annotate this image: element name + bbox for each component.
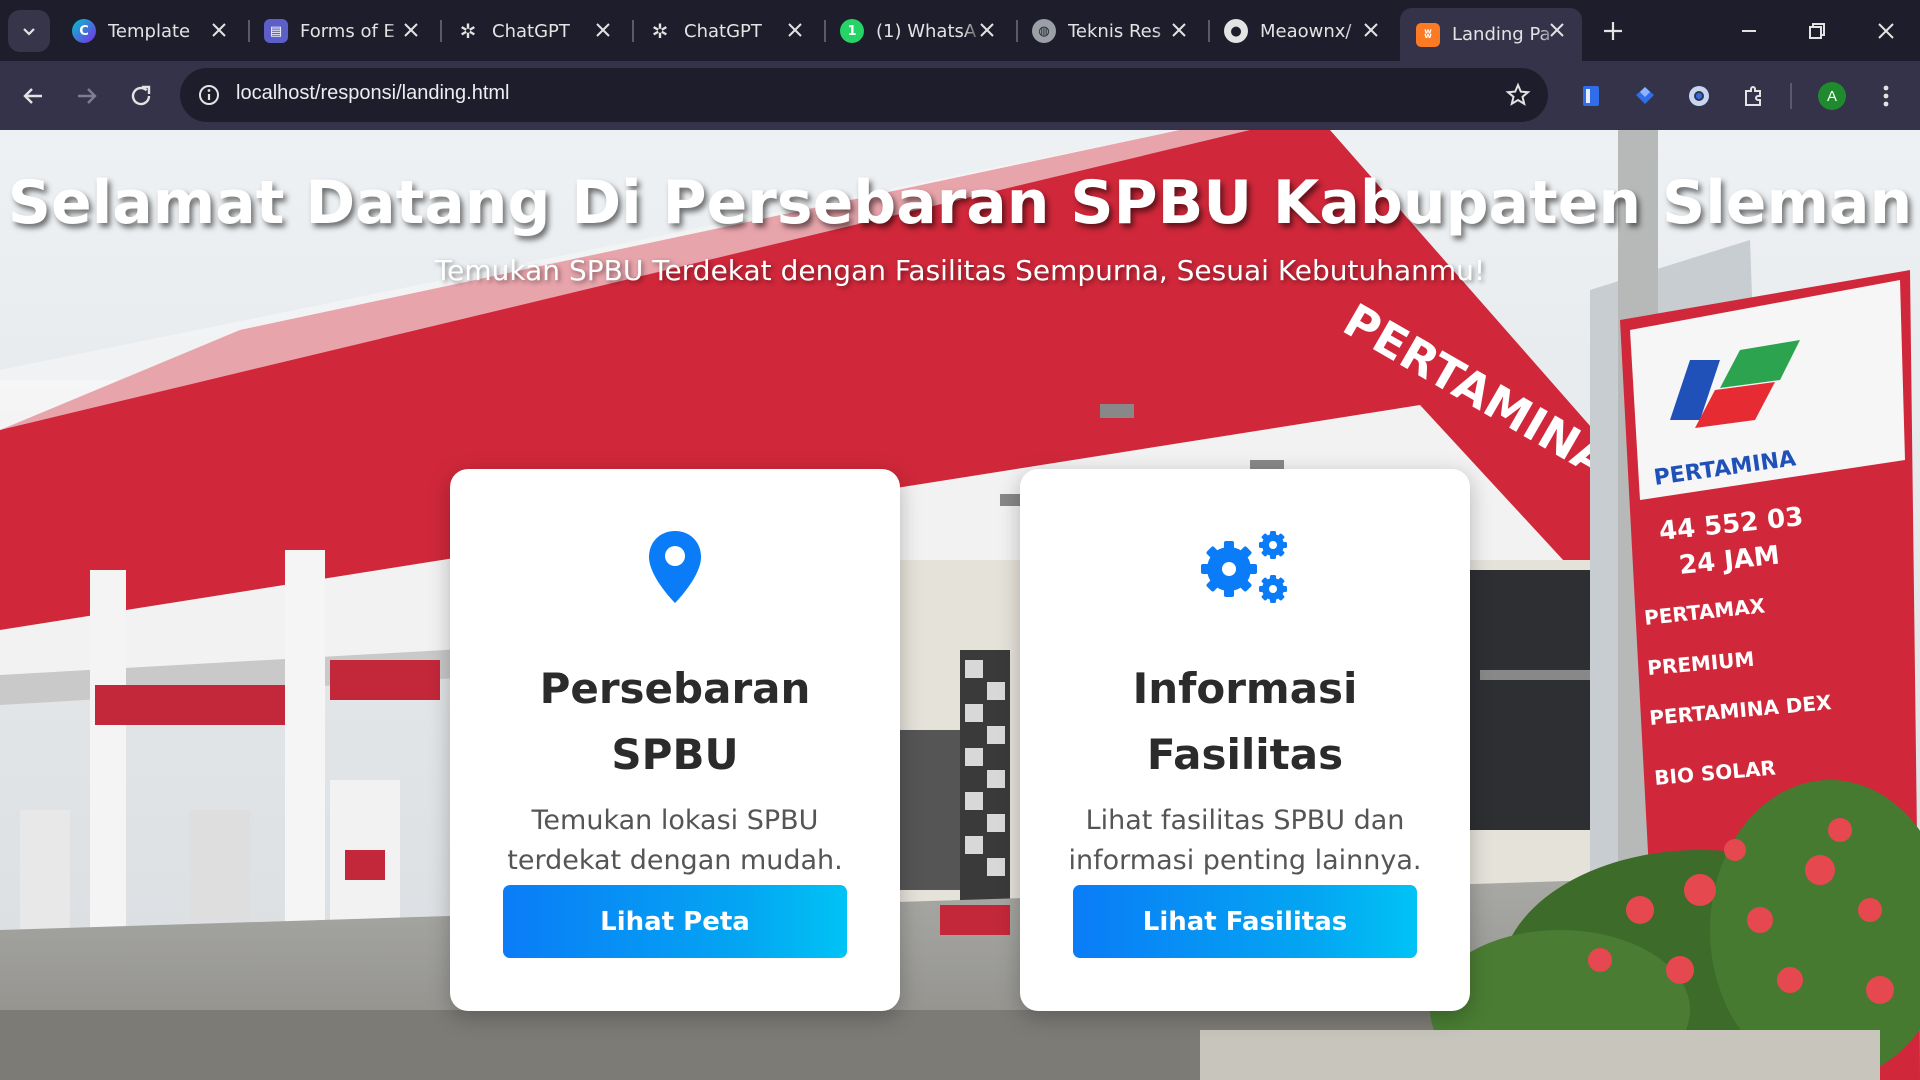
hero-title: Selamat Datang Di Persebaran SPBU Kabupa… [7, 168, 1913, 238]
extension-ring-icon[interactable] [1682, 79, 1716, 113]
close-icon[interactable] [1360, 19, 1382, 41]
close-icon[interactable] [976, 19, 998, 41]
chatgpt-icon: ✲ [459, 19, 477, 43]
tab-forms[interactable]: ▤ Forms of E [248, 8, 436, 54]
tab-title: ChatGPT [684, 20, 762, 42]
close-icon[interactable] [592, 19, 614, 41]
close-icon[interactable] [784, 19, 806, 41]
close-icon[interactable] [1168, 19, 1190, 41]
hero-subtitle: Temukan SPBU Terdekat dengan Fasilitas S… [434, 254, 1486, 287]
reading-extension-icon[interactable] [1574, 79, 1608, 113]
tab-github[interactable]: ● Meaownx/ [1208, 8, 1396, 54]
github-icon: ● [1224, 19, 1248, 43]
card-title: Informasi Fasilitas [1132, 664, 1358, 779]
minimize-icon[interactable] [1734, 16, 1764, 46]
card-title: Persebaran SPBU [539, 664, 811, 779]
lihat-peta-button[interactable]: Lihat Peta [503, 885, 847, 958]
tab-search-button[interactable] [8, 10, 50, 52]
globe-icon: ◍ [1032, 19, 1056, 43]
tab-teknis[interactable]: ◍ Teknis Res [1016, 8, 1204, 54]
extensions-puzzle-icon[interactable] [1736, 79, 1770, 113]
tab-chatgpt-2[interactable]: ✲ ChatGPT [632, 8, 820, 54]
card-icon-wrap [450, 529, 900, 609]
close-icon[interactable] [1546, 19, 1568, 41]
tab-title: Forms of E [300, 20, 395, 42]
tab-title: (1) WhatsA [876, 20, 977, 42]
restore-icon[interactable] [1802, 16, 1832, 46]
card-informasi-fasilitas: Informasi Fasilitas Lihat fasilitas SPBU… [1020, 469, 1470, 1011]
tab-template[interactable]: C Template [56, 8, 244, 54]
tab-title: Template [108, 20, 191, 42]
address-bar[interactable]: localhost/responsi/landing.html [180, 68, 1548, 122]
card-description: Lihat fasilitas SPBU dan informasi penti… [1068, 805, 1422, 876]
bookmark-star-icon[interactable] [1504, 81, 1532, 109]
back-arrow-icon[interactable] [16, 79, 50, 113]
tab-title: Teknis Res [1068, 20, 1162, 42]
tab-landing-page[interactable]: ʬ Landing Pa [1400, 8, 1582, 61]
whatsapp-icon: 1 [840, 19, 864, 43]
site-info-icon[interactable] [196, 82, 222, 108]
reload-icon[interactable] [124, 79, 158, 113]
chevron-down-icon [23, 28, 35, 36]
lihat-fasilitas-button[interactable]: Lihat Fasilitas [1073, 885, 1417, 958]
close-icon[interactable] [208, 19, 230, 41]
tab-title: Meaownx/ [1260, 20, 1352, 42]
extension-diamond-icon[interactable] [1628, 79, 1662, 113]
close-icon[interactable] [400, 19, 422, 41]
card-description: Temukan lokasi SPBU terdekat dengan muda… [507, 805, 843, 876]
landing-page: PERTAMINA PERTAMINA 44 552 03 24 JAM PER… [0, 130, 1920, 1080]
close-window-icon[interactable] [1871, 16, 1901, 46]
more-menu-icon[interactable] [1869, 79, 1903, 113]
browser-toolbar: localhost/responsi/landing.html A [0, 61, 1920, 130]
xampp-icon: ʬ [1416, 22, 1440, 47]
gears-icon [1201, 531, 1287, 603]
card-persebaran-spbu: Persebaran SPBU Temukan lokasi SPBU terd… [450, 469, 900, 1011]
card-icon-wrap [1020, 529, 1470, 609]
profile-avatar[interactable]: A [1818, 82, 1846, 110]
new-tab-plus-icon[interactable] [1598, 16, 1628, 46]
forward-arrow-icon[interactable] [70, 79, 104, 113]
url-text: localhost/responsi/landing.html [236, 82, 510, 104]
map-pin-icon [649, 531, 701, 603]
forms-icon: ▤ [264, 19, 288, 43]
tab-chatgpt-1[interactable]: ✲ ChatGPT [440, 8, 628, 54]
canva-icon: C [72, 19, 96, 43]
tab-title: ChatGPT [492, 20, 570, 42]
tab-whatsapp[interactable]: 1 (1) WhatsA [824, 8, 1012, 54]
tab-title: Landing Pa [1452, 24, 1551, 45]
chatgpt-icon: ✲ [651, 19, 669, 43]
browser-tabstrip: C Template ▤ Forms of E ✲ ChatGPT ✲ Chat… [0, 0, 1920, 61]
